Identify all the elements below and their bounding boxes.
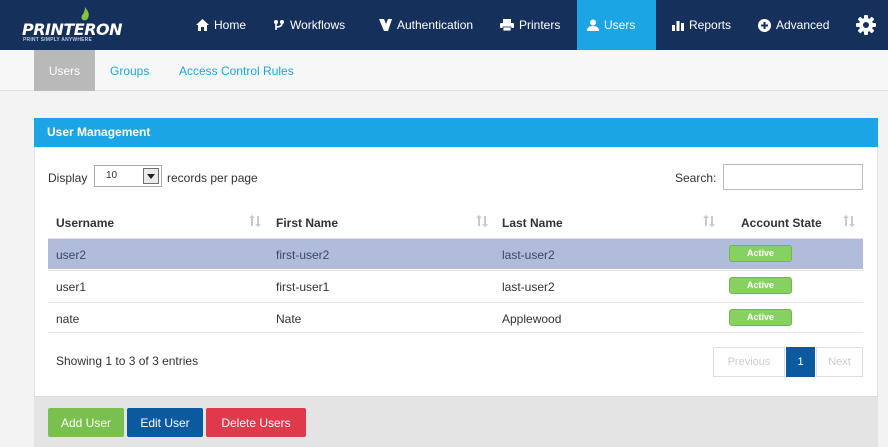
sort-icon[interactable] [703,215,715,227]
nav-reports[interactable]: Reports [662,0,741,50]
add-user-button[interactable]: Add User [48,408,124,437]
nav-authentication-label: Authentication [397,18,474,32]
nav-workflows[interactable]: Workflows [263,0,355,50]
last-name-cell: last-user2 [502,280,555,294]
first-name-cell: first-user2 [276,248,330,262]
nav-advanced-label: Advanced [776,18,830,32]
nav-users-label: Users [604,18,636,32]
column-header-account-state[interactable]: Account State [741,216,822,230]
nav-printers-label: Printers [519,18,561,32]
status-badge: Active [729,277,792,294]
nav-users[interactable]: Users [577,0,656,50]
edit-user-button[interactable]: Edit User [127,408,203,437]
key-icon [379,19,392,31]
display-label: Display [48,171,88,185]
column-header-username[interactable]: Username [56,216,114,230]
sort-icon[interactable] [249,215,261,227]
printeron-logo[interactable]: PRINTERON PRINT SIMPLY ANYWHERE [22,6,142,46]
column-header-first-name[interactable]: First Name [276,216,338,230]
username-cell: user1 [56,280,87,294]
nav-home-label: Home [214,18,247,32]
table-row[interactable]: user2 first-user2 last-user2 Active [48,238,863,269]
column-header-last-name[interactable]: Last Name [502,216,563,230]
delete-users-button[interactable]: Delete Users [206,408,306,437]
search-label: Search: [675,171,717,185]
username-cell: user2 [56,248,87,262]
status-badge: Active [729,309,792,326]
first-name-cell: Nate [276,312,302,326]
pagination-previous[interactable]: Previous [713,347,785,377]
gear-icon[interactable] [856,15,876,35]
logo-tagline: PRINT SIMPLY ANYWHERE [23,37,93,43]
search-input[interactable] [723,164,863,190]
table-row[interactable]: user1 first-user1 last-user2 Active [48,270,863,301]
nav-advanced[interactable]: Advanced [748,0,839,50]
first-name-cell: first-user1 [276,280,330,294]
pagination-next[interactable]: Next [816,347,863,377]
chevron-down-icon [143,168,159,184]
home-icon [196,19,209,31]
plus-circle-icon [758,18,771,32]
status-badge: Active [729,245,792,262]
nav-authentication[interactable]: Authentication [369,0,483,50]
subnav-users[interactable]: Users [34,50,95,91]
nav-reports-label: Reports [689,18,732,32]
user-icon [587,19,599,31]
nav-home[interactable]: Home [186,0,256,50]
panel-title: User Management [34,118,878,147]
entries-info: Showing 1 to 3 of 3 entries [56,354,199,368]
nav-workflows-label: Workflows [290,18,346,32]
page-size-value: 10 [106,170,118,181]
username-cell: nate [56,312,80,326]
printer-icon [500,19,514,31]
workflow-icon [274,20,284,30]
page-size-select[interactable]: 10 [94,165,162,187]
sort-icon[interactable] [843,215,855,227]
subnav-access-control-rules[interactable]: Access Control Rules [166,50,307,91]
pagination-page-1[interactable]: 1 [786,347,815,377]
sort-icon[interactable] [476,215,488,227]
records-per-page-label: records per page [167,171,258,185]
last-name-cell: Applewood [502,312,562,326]
subnav-groups[interactable]: Groups [97,50,162,91]
table-row[interactable]: nate Nate Applewood Active [48,302,863,333]
nav-printers[interactable]: Printers [490,0,570,50]
bar-chart-icon [672,21,684,31]
last-name-cell: last-user2 [502,248,555,262]
